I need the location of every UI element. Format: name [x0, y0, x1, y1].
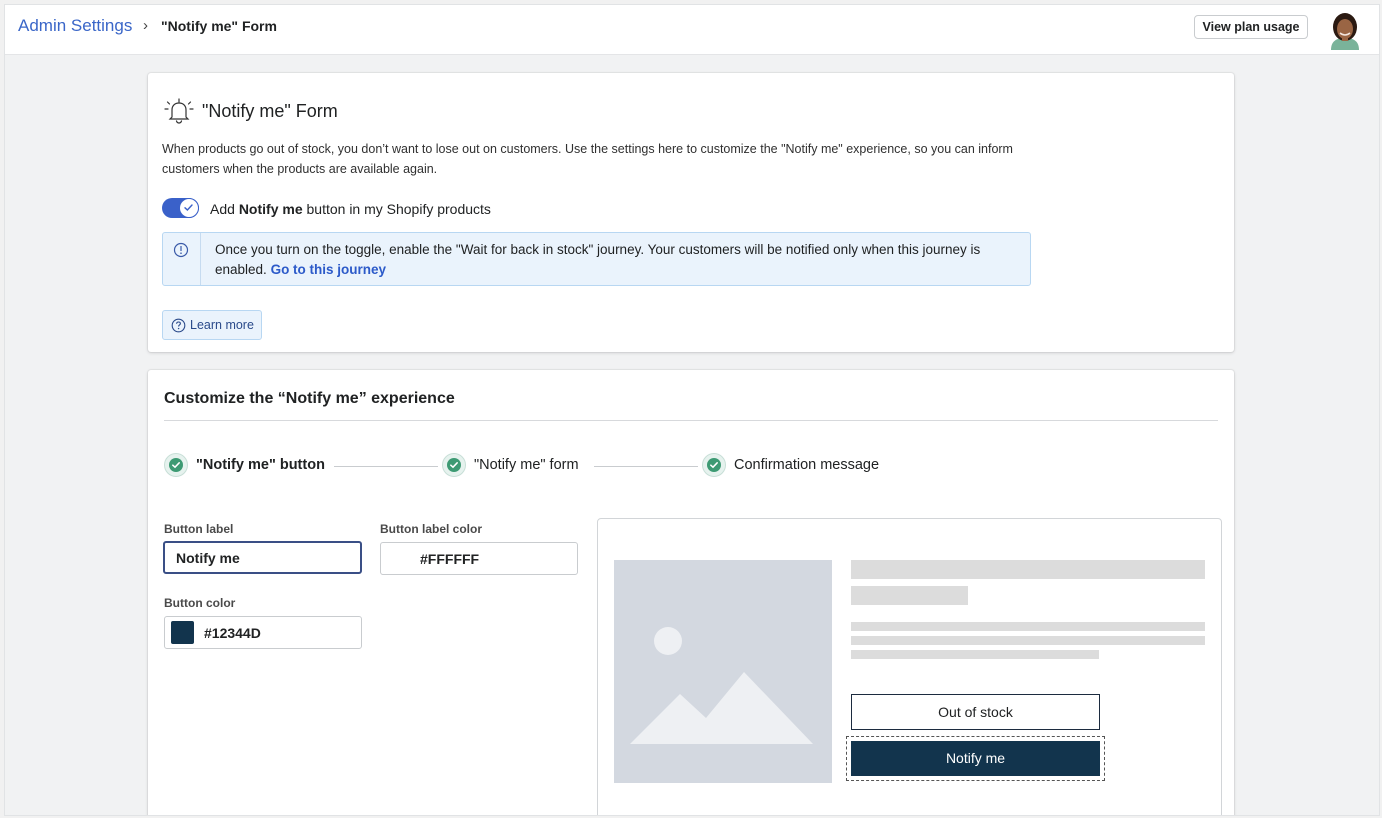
step-connector: [334, 466, 438, 467]
color-value: #12344D: [204, 625, 261, 641]
skeleton-line: [851, 586, 968, 605]
help-icon: [171, 318, 186, 333]
button-label-label: Button label: [164, 522, 234, 536]
skeleton-line: [851, 560, 1205, 579]
top-bar: Admin Settings › "Notify me" Form View p…: [5, 5, 1379, 55]
toggle-knob: [179, 198, 199, 218]
color-swatch[interactable]: [387, 547, 410, 570]
out-of-stock-button: Out of stock: [851, 694, 1100, 730]
step-connector: [594, 466, 698, 467]
skeleton-line: [851, 622, 1205, 631]
learn-more-label: Learn more: [190, 318, 254, 332]
customize-card: Customize the “Notify me” experience "No…: [148, 370, 1234, 815]
button-label-color-input[interactable]: #FFFFFF: [380, 542, 578, 575]
page-description: When products go out of stock, you don’t…: [162, 142, 1013, 176]
notify-me-preview-frame: Notify me: [846, 736, 1105, 781]
info-icon: [173, 242, 189, 263]
step-label: Confirmation message: [734, 457, 880, 473]
button-label-input[interactable]: [163, 541, 362, 574]
breadcrumb-admin-settings[interactable]: Admin Settings: [18, 16, 132, 36]
check-icon: [184, 204, 193, 211]
toggle-label: Add Notify me button in my Shopify produ…: [210, 201, 491, 217]
page-title: "Notify me" Form: [202, 101, 338, 121]
user-avatar[interactable]: [1328, 10, 1362, 50]
notify-me-toggle[interactable]: [162, 198, 199, 218]
bell-icon: [162, 94, 196, 128]
button-color-label: Button color: [164, 596, 236, 610]
button-color-input[interactable]: #12344D: [164, 616, 362, 649]
notify-me-settings-card: "Notify me" Form When products go out of…: [148, 73, 1234, 352]
button-label-color-label: Button label color: [380, 522, 482, 536]
skeleton-line: [851, 636, 1205, 645]
view-plan-usage-button[interactable]: View plan usage: [1194, 15, 1308, 39]
go-to-journey-link[interactable]: Go to this journey: [271, 262, 387, 277]
image-placeholder-icon: [614, 560, 832, 783]
app-frame: Admin Settings › "Notify me" Form View p…: [4, 4, 1380, 816]
check-circle-icon: [702, 453, 726, 477]
skeleton-line: [851, 650, 1099, 659]
info-divider: [200, 233, 201, 285]
check-circle-icon: [442, 453, 466, 477]
color-swatch[interactable]: [171, 621, 194, 644]
color-value: #FFFFFF: [420, 551, 480, 567]
info-banner: Once you turn on the toggle, enable the …: [162, 232, 1031, 286]
learn-more-button[interactable]: Learn more: [162, 310, 262, 340]
customize-title: Customize the “Notify me” experience: [164, 390, 455, 407]
step-label: "Notify me" button: [196, 457, 325, 473]
notify-me-preview-button[interactable]: Notify me: [851, 741, 1100, 776]
step-label: "Notify me" form: [474, 457, 579, 473]
check-circle-icon: [164, 453, 188, 477]
info-text: Once you turn on the toggle, enable the …: [215, 242, 981, 277]
product-preview: Out of stock Notify me: [597, 518, 1222, 815]
divider: [164, 420, 1218, 421]
breadcrumb-current: "Notify me" Form: [161, 18, 277, 34]
breadcrumb-separator: ›: [143, 17, 148, 34]
